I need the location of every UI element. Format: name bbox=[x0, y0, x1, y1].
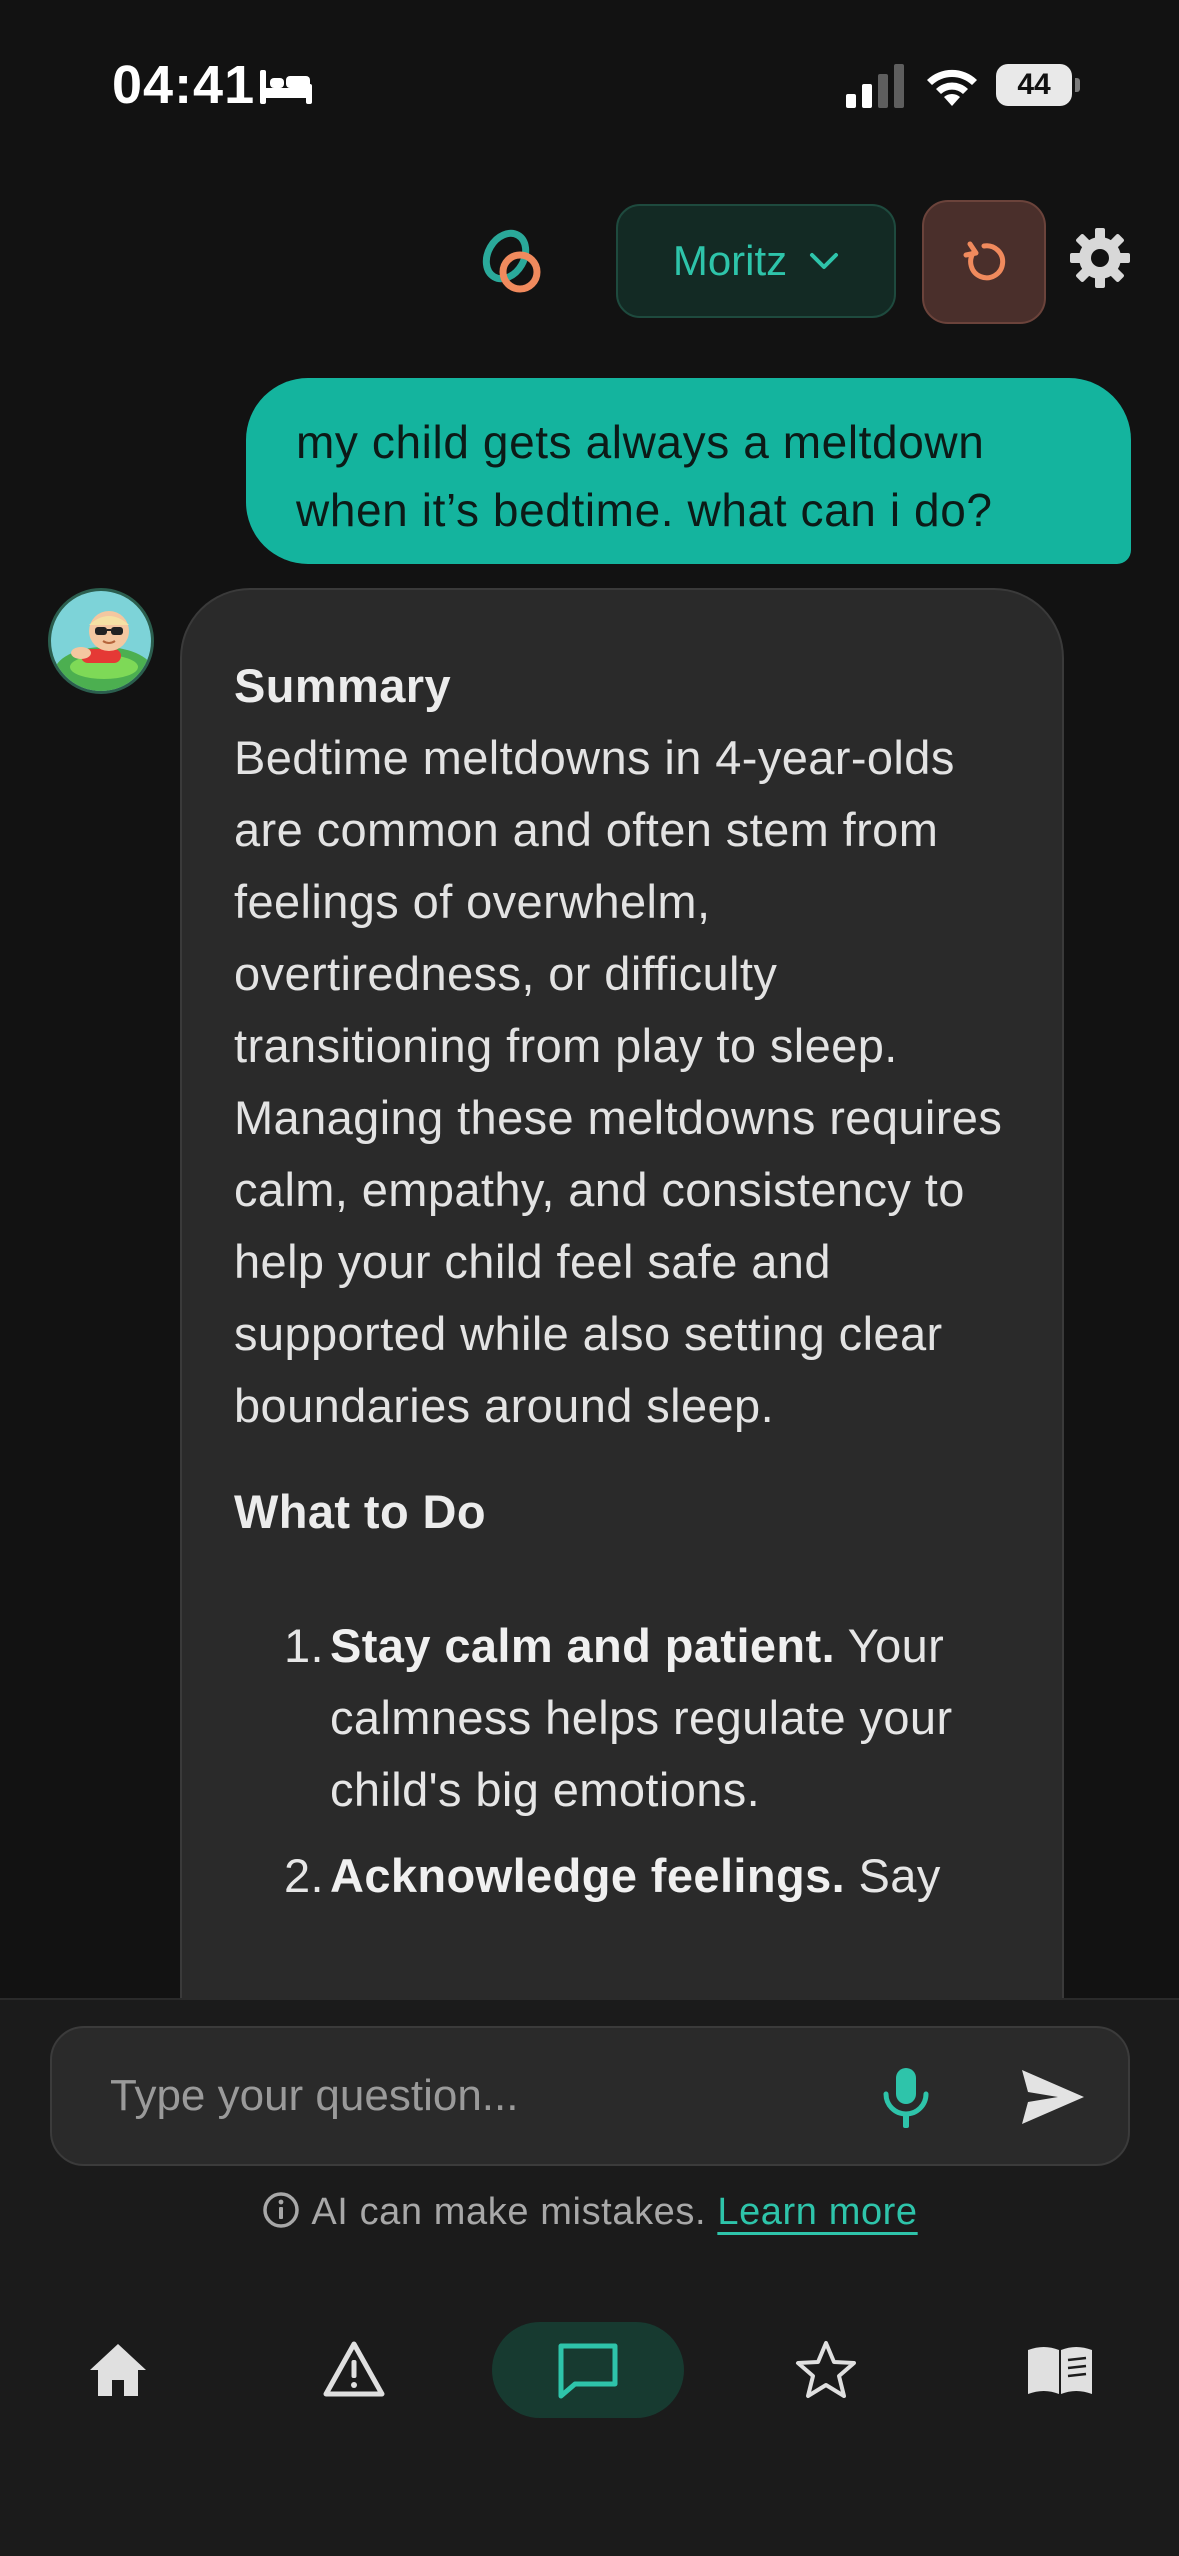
step-number: 2. bbox=[284, 1849, 324, 1902]
settings-gear-icon[interactable] bbox=[1068, 226, 1132, 290]
disclaimer-text: AI can make mistakes. bbox=[311, 2191, 707, 2233]
what-to-do-heading: What to Do bbox=[234, 1485, 486, 1538]
step-title: Acknowledge feelings. bbox=[330, 1849, 846, 1902]
question-input-box bbox=[50, 2026, 1130, 2166]
step-title: Stay calm and patient. bbox=[330, 1619, 836, 1672]
baby-illustration-icon bbox=[51, 591, 151, 691]
nav-library[interactable] bbox=[1000, 2310, 1120, 2430]
nav-favorites[interactable] bbox=[766, 2310, 886, 2430]
chevron-down-icon bbox=[810, 253, 839, 269]
bed-icon bbox=[260, 70, 312, 104]
chat-icon bbox=[558, 2343, 618, 2399]
app-logo bbox=[482, 229, 541, 293]
bottom-navigation bbox=[0, 2310, 1179, 2430]
wifi-icon bbox=[927, 69, 977, 106]
warning-icon bbox=[323, 2341, 385, 2397]
battery-tip bbox=[1075, 78, 1080, 92]
assistant-message-bubble: Summary Bedtime meltdowns in 4-year-olds… bbox=[180, 588, 1064, 2008]
assistant-avatar bbox=[48, 588, 154, 694]
chat-screen: 04:41 44 Moritz my child gets always a m… bbox=[0, 0, 1179, 2556]
status-bar: 04:41 44 bbox=[0, 0, 1179, 150]
info-icon bbox=[263, 2192, 300, 2228]
summary-heading: Summary bbox=[234, 659, 452, 712]
reset-conversation-button[interactable] bbox=[922, 200, 1046, 324]
step-number: 1. bbox=[284, 1619, 324, 1672]
battery-level: 44 bbox=[996, 64, 1072, 106]
home-icon bbox=[90, 2344, 146, 2396]
nav-chat[interactable] bbox=[492, 2322, 684, 2418]
ai-disclaimer: AI can make mistakes. Learn more bbox=[0, 2190, 1179, 2234]
status-time: 04:41 bbox=[112, 55, 256, 115]
list-item: 1. Stay calm and patient. Your calmness … bbox=[234, 1610, 1012, 1826]
steps-list: 1. Stay calm and patient. Your calmness … bbox=[234, 1610, 1012, 1912]
nav-alerts[interactable] bbox=[294, 2310, 414, 2430]
book-icon bbox=[1028, 2347, 1092, 2394]
list-item: 2. Acknowledge feelings. Say bbox=[234, 1840, 1012, 1912]
question-input[interactable] bbox=[110, 2028, 810, 2164]
user-message-bubble: my child gets always a meltdown when it’… bbox=[246, 378, 1131, 564]
microphone-icon[interactable] bbox=[874, 2062, 938, 2132]
step-text: Say bbox=[845, 1849, 941, 1902]
star-icon bbox=[796, 2341, 856, 2398]
learn-more-link[interactable]: Learn more bbox=[717, 2191, 917, 2233]
profile-name: Moritz bbox=[672, 237, 788, 284]
refresh-icon bbox=[963, 241, 1006, 281]
cellular-signal-icon bbox=[846, 64, 904, 108]
battery-indicator: 44 bbox=[996, 64, 1080, 106]
summary-text: Bedtime meltdowns in 4-year-olds are com… bbox=[234, 731, 1003, 1432]
profile-selector[interactable]: Moritz bbox=[616, 204, 896, 318]
send-icon[interactable] bbox=[1018, 2064, 1088, 2130]
nav-home[interactable] bbox=[58, 2310, 178, 2430]
input-panel: AI can make mistakes. Learn more bbox=[0, 1998, 1179, 2556]
